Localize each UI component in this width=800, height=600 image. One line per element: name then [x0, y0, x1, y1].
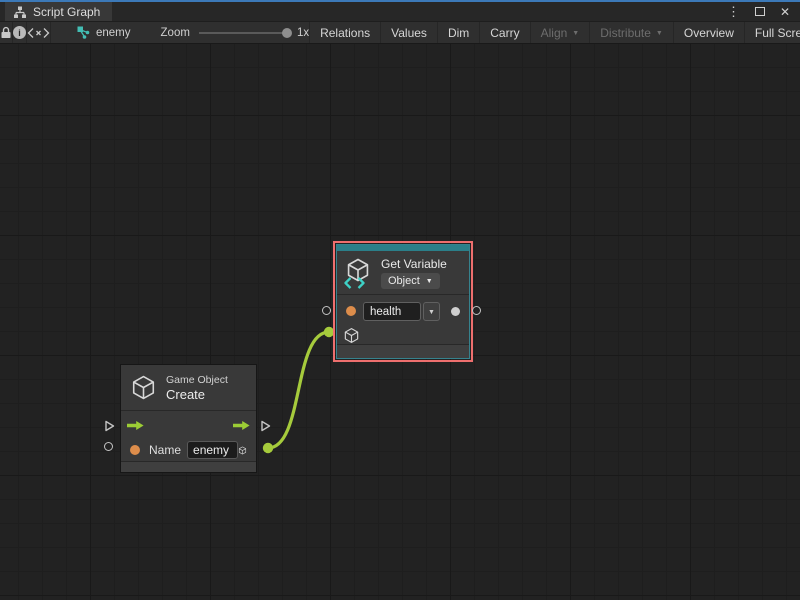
object-output-port-cube-icon[interactable]	[238, 442, 247, 459]
object-input-port-cube-icon[interactable]	[343, 327, 360, 344]
zoom-control: Zoom 1x	[161, 22, 310, 43]
name-label: Name	[149, 443, 181, 457]
lock-button[interactable]	[0, 22, 13, 43]
align-button: Align ▼	[530, 22, 590, 43]
object-input-row	[337, 327, 469, 344]
control-flow-row	[121, 411, 256, 439]
graph-canvas[interactable]: Game Object Create Name	[0, 44, 800, 600]
zoom-slider-handle[interactable]	[282, 28, 292, 38]
values-button[interactable]: Values	[380, 22, 437, 43]
flow-input-arrow-icon[interactable]	[126, 420, 145, 431]
create-node-header: Game Object Create	[121, 365, 256, 410]
graph-breadcrumb[interactable]: enemy	[77, 22, 131, 43]
tab-bar: Script Graph ⋮ ✕	[0, 2, 800, 22]
graph-name: enemy	[96, 27, 131, 39]
variable-brackets-icon	[344, 277, 365, 289]
cube-icon	[130, 374, 157, 401]
script-graph-window: Script Graph ⋮ ✕ i	[0, 0, 800, 600]
info-icon: i	[13, 26, 26, 39]
create-flow-output-socket[interactable]	[259, 420, 271, 432]
carry-button[interactable]: Carry	[479, 22, 529, 43]
get-variable-left-socket[interactable]	[322, 306, 331, 315]
graph-icon	[77, 26, 90, 39]
inspect-button[interactable]: i	[13, 22, 27, 43]
zoom-value: 1x	[297, 27, 309, 39]
node-supertitle: Game Object	[166, 374, 228, 386]
fullscreen-button[interactable]: Full Screen	[744, 22, 800, 43]
variable-name-field[interactable]: health	[363, 302, 421, 321]
window-controls: ⋮ ✕	[727, 2, 800, 21]
dim-label: Dim	[448, 26, 469, 40]
create-name-left-socket[interactable]	[104, 442, 113, 451]
node-footer	[121, 462, 256, 472]
kebab-menu-icon[interactable]: ⋮	[727, 5, 740, 18]
node-title: Get Variable	[381, 257, 447, 271]
relations-label: Relations	[320, 26, 370, 40]
get-variable-titles: Get Variable Object ▼	[381, 257, 447, 289]
carry-label: Carry	[490, 26, 519, 40]
node-get-variable[interactable]: Get Variable Object ▼ health ▼	[336, 244, 470, 359]
flow-output-arrow-icon[interactable]	[232, 420, 251, 431]
create-flow-input-socket[interactable]	[103, 420, 115, 432]
hierarchy-icon	[13, 5, 27, 19]
overview-label: Overview	[684, 26, 734, 40]
variable-name-row: health ▼	[337, 295, 469, 327]
variable-scope-dropdown[interactable]: Object ▼	[381, 273, 440, 289]
distribute-label: Distribute	[600, 26, 651, 40]
chevron-down-icon: ▼	[426, 278, 433, 285]
name-parameter-row: Name	[121, 439, 256, 461]
relations-button[interactable]: Relations	[309, 22, 380, 43]
scope-value: Object	[388, 275, 420, 287]
name-input-port[interactable]	[130, 445, 140, 455]
dim-button[interactable]: Dim	[437, 22, 479, 43]
wire-endpoint-source[interactable]	[263, 443, 273, 453]
tab-title: Script Graph	[33, 5, 100, 19]
chevron-down-icon: ▼	[656, 30, 663, 37]
lock-icon	[0, 26, 12, 39]
create-node-titles: Game Object Create	[166, 374, 228, 402]
graph-toolbar: i enemy Zoom 1x Relations	[0, 22, 800, 44]
node-title: Create	[166, 387, 228, 402]
node-footer	[337, 345, 469, 358]
overview-button[interactable]: Overview	[673, 22, 744, 43]
align-label: Align	[541, 26, 568, 40]
fullscreen-label: Full Screen	[755, 26, 800, 40]
zoom-slider[interactable]	[199, 32, 287, 34]
chevron-down-icon: ▼	[572, 30, 579, 37]
variable-name-input-port[interactable]	[346, 306, 356, 316]
code-icon	[27, 27, 50, 39]
values-label: Values	[391, 26, 427, 40]
zoom-label: Zoom	[161, 27, 190, 39]
name-value-input[interactable]	[187, 441, 238, 459]
node-game-object-create[interactable]: Game Object Create Name	[120, 364, 257, 473]
value-output-port[interactable]	[451, 307, 460, 316]
toolbar-buttons: Relations Values Dim Carry Align ▼ Distr…	[309, 22, 800, 43]
get-variable-right-socket[interactable]	[472, 306, 481, 315]
close-icon[interactable]: ✕	[780, 6, 790, 18]
variable-icon	[344, 257, 374, 288]
wire-endpoint-target[interactable]	[324, 327, 334, 337]
variable-name-dropdown-button[interactable]: ▼	[423, 302, 440, 321]
edit-graph-button[interactable]	[27, 22, 51, 43]
maximize-icon[interactable]	[755, 7, 765, 16]
distribute-button: Distribute ▼	[589, 22, 673, 43]
tab-script-graph[interactable]: Script Graph	[5, 2, 112, 21]
get-variable-header: Get Variable Object ▼	[337, 251, 469, 294]
chevron-down-icon: ▼	[428, 309, 435, 316]
